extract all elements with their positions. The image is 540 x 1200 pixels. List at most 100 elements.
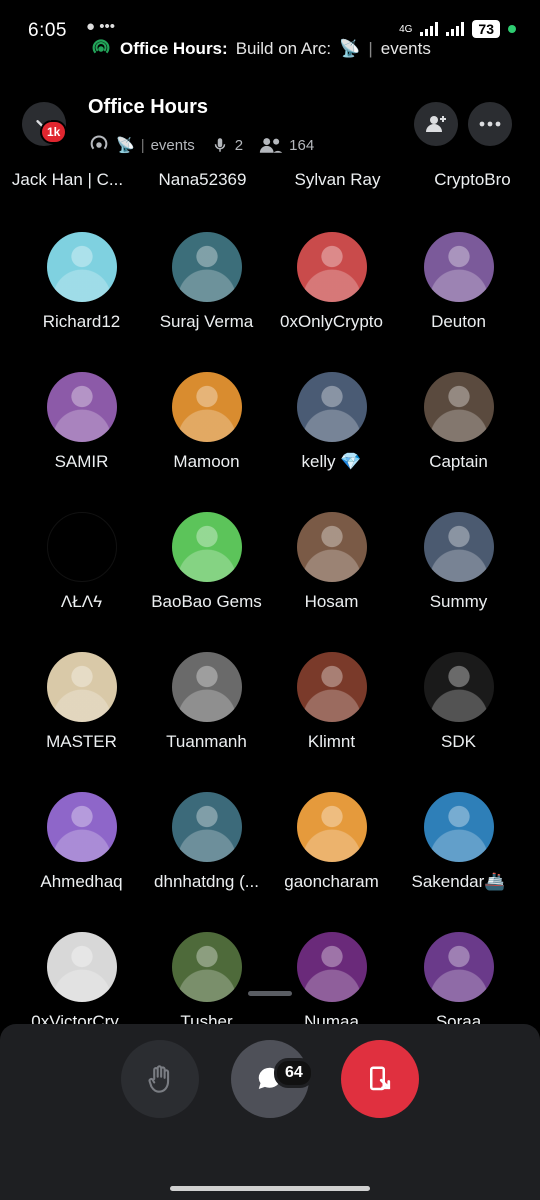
audience-member[interactable]: Tusher [139,932,274,1032]
divider: | [368,39,373,58]
user-name: Tuanmanh [166,732,247,751]
channel-name: events [150,136,195,154]
audience-member[interactable]: Tuanmanh [139,652,274,752]
stage-header: 1k Office Hours 📡 | events 2 164 [0,86,540,166]
audience-member[interactable]: Richard12 [14,232,149,332]
avatar [46,512,117,582]
signal-icon [420,22,439,36]
audience-member[interactable]: Summy [391,512,526,612]
network-type: 4G [399,23,413,35]
user-name: Deuton [431,312,486,331]
audience-row: MASTER Tuanmanh Klimnt SDK [0,652,540,792]
avatar [171,512,242,582]
privacy-dot [508,25,516,33]
audience-member[interactable]: 0xVictorCry... [14,932,149,1032]
status-bar: 6:05 ● ••• 4G 73 Office Hours: Build on … [0,0,540,66]
microphone-icon [214,138,226,152]
audience-row: ΛŁΛϟ BaoBao Gems Hosam Summy [0,512,540,652]
avatar [423,652,494,722]
leave-icon [370,1066,391,1091]
unread-count-badge: 64 [274,1058,314,1088]
mention-badge: 1k [40,120,68,144]
audience-member[interactable]: BaoBao Gems [139,512,274,612]
hand-icon [148,1065,170,1093]
audience-member[interactable]: Numaa [264,932,399,1032]
audience-member[interactable]: Sakendar🚢 [391,792,526,892]
people-icon [259,138,283,153]
avatar [423,512,494,582]
user-name[interactable]: CryptoBro [405,170,540,190]
avatar [171,652,242,722]
audience-row-partial: Jack Han | C... Nana52369 Sylvan Ray Cry… [0,170,540,194]
avatar [296,932,367,1002]
divider: | [140,136,145,154]
user-name: Ahmedhaq [40,872,123,891]
audience-row: Richard12 Suraj Verma 0xOnlyCrypto Deuto… [0,232,540,372]
user-name[interactable]: Sylvan Ray [270,170,405,190]
audience-member[interactable]: kelly 💎 [264,372,399,472]
avatar [171,932,242,1002]
signal-icon-2 [446,22,465,36]
raise-hand-button[interactable] [121,1040,199,1118]
user-name: ΛŁΛϟ [60,592,103,611]
status-right: 4G 73 [399,20,516,38]
avatar [46,792,117,862]
avatar [171,792,242,862]
more-options-button[interactable] [468,102,512,146]
user-name: SAMIR [54,452,109,471]
avatar [296,792,367,862]
user-name[interactable]: Jack Han | C... [0,170,135,190]
audience-member[interactable]: Captain [391,372,526,472]
audience-member[interactable]: Soraa [391,932,526,1032]
audience-member[interactable]: SAMIR [14,372,149,472]
event-title-rest: Build on Arc: [235,39,332,58]
user-name: Summy [429,592,488,611]
audience-member[interactable]: Ahmedhaq [14,792,149,892]
audience-member[interactable]: MASTER [14,652,149,752]
audience-row: SAMIR Mamoon kelly 💎 Captain [0,372,540,512]
avatar [171,372,242,442]
user-name: kelly 💎 [301,452,362,471]
invite-button[interactable] [414,102,458,146]
audience-member[interactable]: Klimnt [264,652,399,752]
audience-member[interactable]: dhnhatdng (... [139,792,274,892]
avatar [423,932,494,1002]
avatar [296,372,367,442]
stage-icon [90,135,108,150]
audience-member[interactable]: Mamoon [139,372,274,472]
audience-member[interactable]: ΛŁΛϟ [14,512,149,612]
avatar [46,652,117,722]
user-name: Captain [429,452,488,471]
avatar [296,652,367,722]
audience-member[interactable]: 0xOnlyCrypto [264,232,399,332]
event-title-bold: Office Hours: [120,39,228,58]
ongoing-event-banner[interactable]: Office Hours: Build on Arc: 📡 | events [90,38,431,60]
avatar [46,232,117,302]
stage-green-icon [92,39,110,54]
audience-row: Ahmedhaq dhnhatdng (... gaoncharam Saken… [0,792,540,932]
user-name: Klimnt [307,732,356,751]
more-notifications-icon: ••• [99,18,115,35]
leave-stage-button[interactable] [341,1040,419,1118]
avatar [296,232,367,302]
system-home-indicator[interactable] [170,1186,370,1191]
audience-member[interactable]: Deuton [391,232,526,332]
drag-handle[interactable] [248,991,292,996]
user-name[interactable]: Nana52369 [135,170,270,190]
audience-member[interactable]: Hosam [264,512,399,612]
user-name: MASTER [46,732,117,751]
satellite-icon: 📡 [339,39,361,58]
avatar [423,792,494,862]
stage-subline: 📡 | events 2 164 [88,134,314,156]
avatar [423,372,494,442]
audience-member[interactable]: gaoncharam [264,792,399,892]
audience-member[interactable]: Suraj Verma [139,232,274,332]
satellite-icon: 📡 [116,137,135,154]
audience-member[interactable]: SDK [391,652,526,752]
user-name: SDK [441,732,476,751]
event-channel: events [380,39,431,58]
user-name: Richard12 [42,312,121,331]
user-name: Hosam [304,592,359,611]
add-person-icon: ● [86,18,96,35]
speaker-count: 2 [234,136,244,154]
